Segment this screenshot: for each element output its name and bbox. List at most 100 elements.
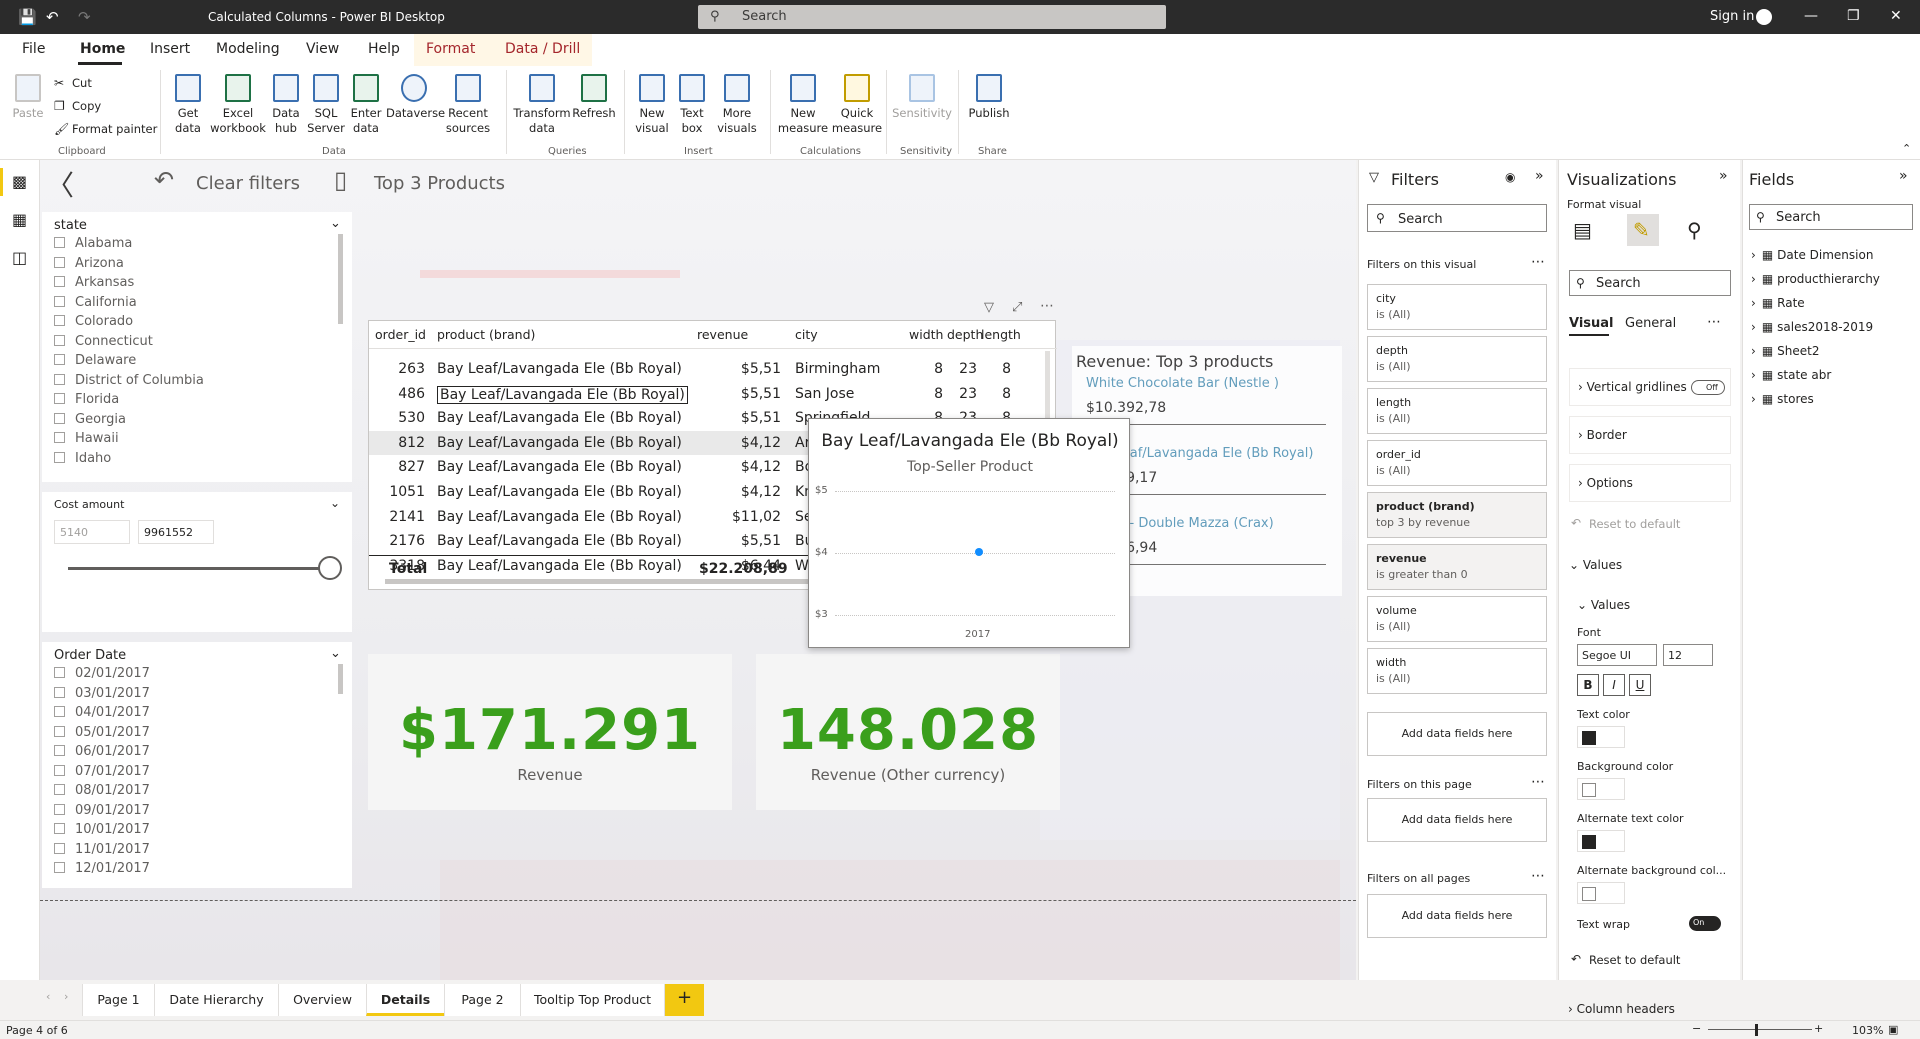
more-visuals-button[interactable]: More visuals — [710, 74, 764, 136]
collapse-icon[interactable]: » — [1719, 168, 1728, 184]
slicer-item[interactable]: 09/01/2017 — [54, 803, 150, 818]
page-tab[interactable]: Page 2 — [444, 984, 520, 1016]
add-page-button[interactable]: + — [664, 984, 704, 1016]
italic-button[interactable]: I — [1603, 674, 1625, 696]
filter-card[interactable]: depth is (All) — [1367, 336, 1547, 382]
slicer-item[interactable]: Hawaii — [54, 431, 119, 446]
slicer-item[interactable]: District of Columbia — [54, 373, 204, 388]
field-table[interactable]: › ▦ state abr — [1751, 368, 1831, 382]
chevron-down-icon[interactable]: ⌄ — [330, 646, 341, 661]
refresh-button[interactable]: Refresh — [572, 74, 616, 121]
analytics-icon[interactable]: ⚲ — [1687, 218, 1702, 242]
table-row[interactable]: 263 Bay Leaf/Lavangada Ele (Bb Royal) $5,5… — [369, 357, 1045, 381]
slicer-item[interactable]: Georgia — [54, 412, 126, 427]
slicer-item[interactable]: Idaho — [54, 451, 111, 466]
data-hub-button[interactable]: Data hub — [266, 74, 306, 136]
underline-button[interactable]: U — [1629, 674, 1651, 696]
values-sub-toggle[interactable]: ⌄ Values — [1577, 598, 1630, 612]
add-fields-all[interactable]: Add data fields here — [1367, 894, 1547, 938]
filters-search-input[interactable]: ⚲ Search — [1367, 204, 1547, 232]
maximize-icon[interactable]: ❐ — [1847, 8, 1860, 24]
close-icon[interactable]: ✕ — [1890, 8, 1902, 24]
state-slicer[interactable]: state ⌄ Alabama Arizona Arkansas California… — [42, 212, 352, 482]
values-section-toggle[interactable]: ⌄ Values — [1569, 558, 1622, 572]
fit-to-page-icon[interactable]: ▣ — [1888, 1023, 1898, 1036]
checkbox[interactable] — [54, 725, 65, 737]
filter-card[interactable]: width is (All) — [1367, 648, 1547, 694]
checkbox[interactable] — [54, 237, 65, 248]
slicer-item[interactable]: Arkansas — [54, 275, 134, 290]
clear-filters-icon[interactable]: ↶ — [154, 166, 174, 194]
avatar[interactable] — [1756, 9, 1772, 25]
back-button[interactable]: 〈 — [46, 164, 74, 204]
build-visual-icon[interactable]: ▤ — [1573, 218, 1592, 242]
add-fields-visual[interactable]: Add data fields here — [1367, 712, 1547, 756]
page-tab[interactable]: Date Hierarchy — [154, 984, 278, 1016]
page-tab[interactable]: Page 1 — [82, 984, 154, 1016]
copy-button[interactable]: Copy — [72, 99, 101, 113]
filter-card[interactable]: revenue is greater than 0 — [1367, 544, 1547, 590]
slicer-item[interactable]: 12/01/2017 — [54, 861, 150, 876]
collapse-ribbon-icon[interactable]: ⌃ — [1902, 142, 1911, 155]
more-options-icon[interactable]: ⋯ — [1531, 254, 1545, 270]
slicer-scrollbar[interactable] — [338, 234, 343, 324]
checkbox[interactable] — [54, 686, 65, 698]
model-view-icon[interactable]: ◫ — [12, 248, 27, 267]
slider-track[interactable] — [68, 567, 330, 570]
column-header[interactable]: revenue — [697, 327, 748, 342]
options-section[interactable]: › Options — [1569, 464, 1731, 502]
order-date-slicer[interactable]: Order Date ⌄ 02/01/2017 03/01/2017 04/01/2… — [42, 642, 352, 888]
filter-icon[interactable]: ▽ — [984, 300, 994, 315]
viz-search-input[interactable]: ⚲ Search — [1569, 270, 1731, 296]
checkbox[interactable] — [54, 412, 65, 424]
add-fields-page[interactable]: Add data fields here — [1367, 798, 1547, 842]
zoom-out-button[interactable]: − — [1692, 1022, 1701, 1035]
filter-card[interactable]: product (brand) top 3 by revenue — [1367, 492, 1547, 538]
filter-card[interactable]: volume is (All) — [1367, 596, 1547, 642]
slicer-item[interactable]: Florida — [54, 392, 119, 407]
chevron-down-icon[interactable]: ⌄ — [330, 216, 341, 231]
text-color-picker[interactable] — [1577, 726, 1625, 748]
collapse-icon[interactable]: » — [1535, 168, 1544, 184]
data-view-icon[interactable]: ▦ — [12, 210, 27, 229]
more-options-icon[interactable]: ⋯ — [1531, 774, 1545, 790]
checkbox[interactable] — [54, 803, 65, 815]
publish-button[interactable]: Publish — [964, 74, 1014, 121]
tab-file[interactable]: File — [22, 41, 45, 57]
undo-icon[interactable]: ↶ — [46, 8, 59, 26]
zoom-in-button[interactable]: + — [1814, 1022, 1823, 1035]
slicer-item[interactable]: 05/01/2017 — [54, 725, 150, 740]
field-table[interactable]: › ▦ Date Dimension — [1751, 248, 1873, 262]
checkbox[interactable] — [54, 393, 65, 404]
column-header[interactable]: product (brand) — [437, 327, 535, 342]
slicer-item[interactable]: Colorado — [54, 314, 133, 329]
slicer-scrollbar[interactable] — [338, 664, 343, 694]
tab-format[interactable]: Format — [426, 41, 475, 57]
filter-card[interactable]: length is (All) — [1367, 388, 1547, 434]
reset-default-1[interactable]: Reset to default — [1589, 517, 1680, 531]
revenue-card[interactable]: $171.291 Revenue — [368, 654, 732, 810]
column-headers-section[interactable]: › Column headers — [1568, 1002, 1675, 1016]
slicer-item[interactable]: Arizona — [54, 256, 124, 271]
field-table[interactable]: › ▦ stores — [1751, 392, 1814, 406]
more-options-icon[interactable]: ⋯ — [1040, 298, 1054, 314]
focus-mode-icon[interactable]: ⤢ — [1012, 300, 1022, 315]
slicer-item[interactable]: 04/01/2017 — [54, 705, 150, 720]
checkbox[interactable] — [54, 823, 65, 834]
more-options-icon[interactable]: ⋯ — [1707, 314, 1721, 330]
checkbox[interactable] — [54, 862, 65, 873]
slicer-item[interactable]: 03/01/2017 — [54, 686, 150, 701]
slicer-item[interactable]: 02/01/2017 — [54, 666, 150, 681]
page-tab-active[interactable]: Details — [366, 984, 444, 1016]
column-header[interactable]: length — [981, 327, 1021, 342]
checkbox[interactable] — [54, 451, 65, 463]
tab-general[interactable]: General — [1625, 316, 1676, 331]
checkbox[interactable] — [54, 256, 65, 268]
checkbox[interactable] — [54, 334, 65, 346]
bold-button[interactable]: B — [1577, 674, 1599, 696]
slider-handle[interactable] — [318, 556, 342, 580]
tab-modeling[interactable]: Modeling — [216, 41, 280, 57]
background-color-picker[interactable] — [1577, 778, 1625, 800]
column-header[interactable]: depth — [947, 327, 983, 342]
slicer-item[interactable]: 11/01/2017 — [54, 842, 150, 857]
